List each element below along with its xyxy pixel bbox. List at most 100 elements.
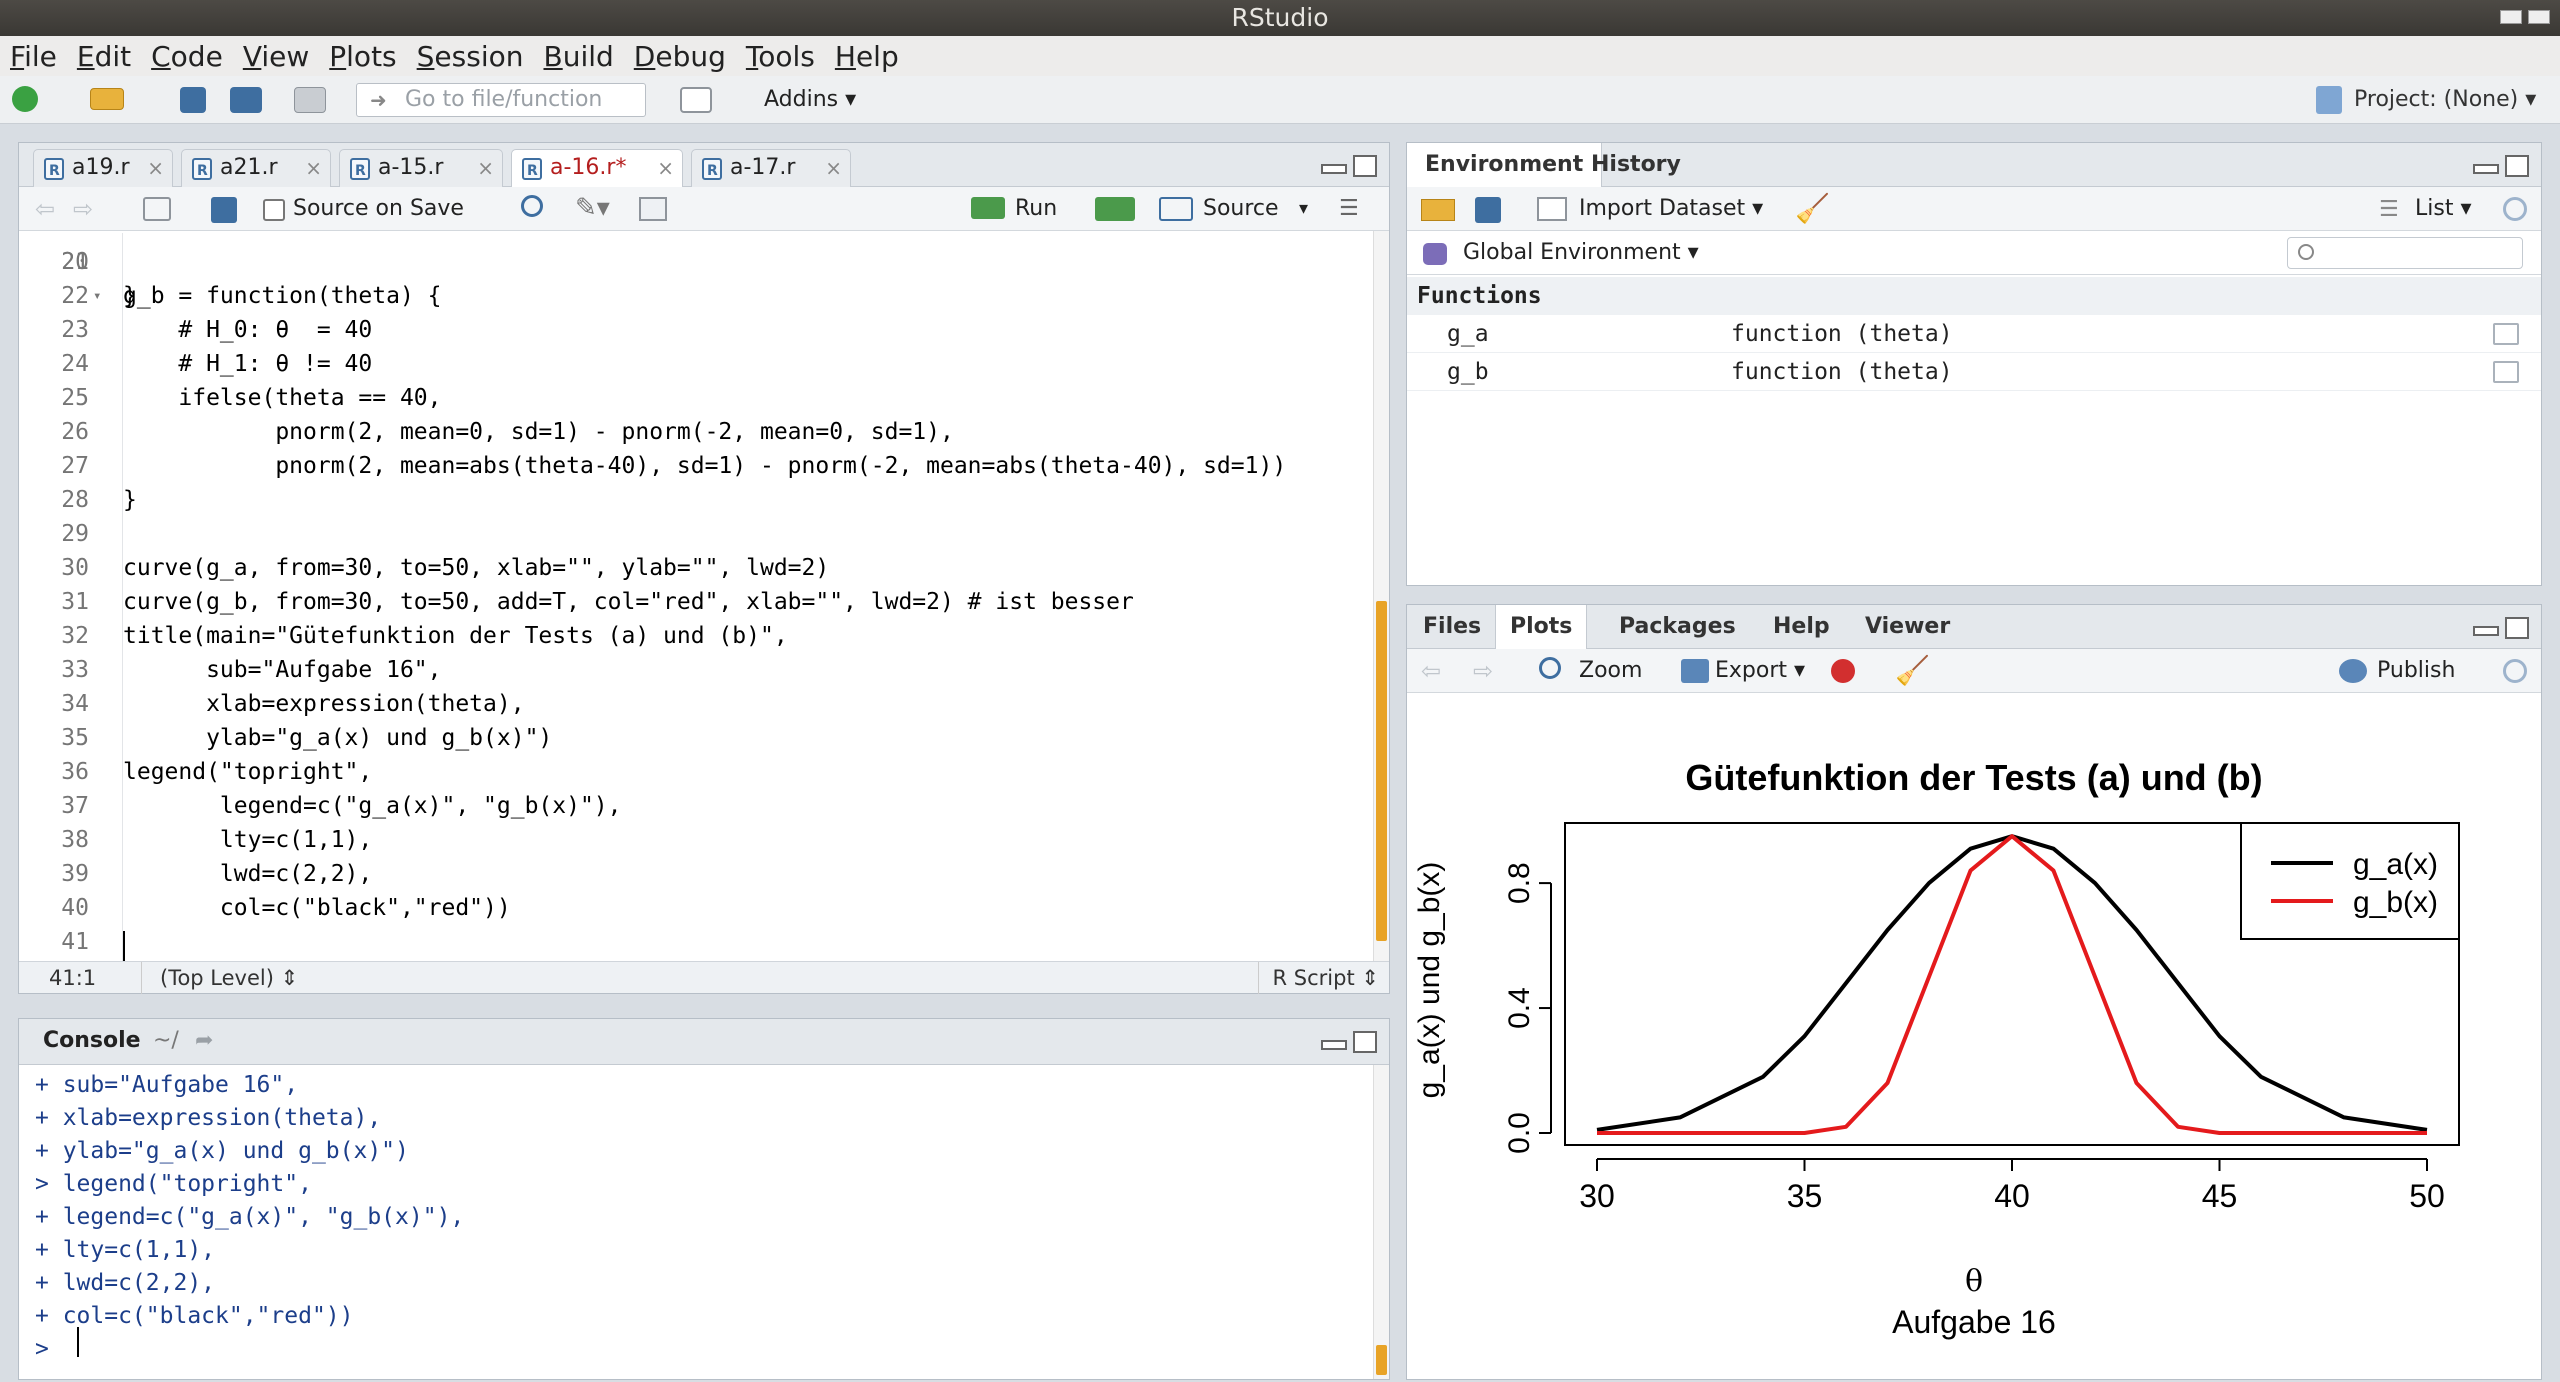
close-tab-icon[interactable]: × (657, 150, 674, 186)
refresh-icon[interactable] (2503, 197, 2527, 221)
zoom-icon[interactable] (1539, 657, 1561, 679)
tab-packages[interactable]: Packages (1619, 605, 1736, 649)
grid-layout-icon[interactable] (680, 87, 712, 113)
print-icon[interactable] (294, 87, 326, 113)
editor-tab-a16[interactable]: a-16.r* × (511, 149, 683, 189)
code-area[interactable]: 20 } 21 22 g_b = function(theta) {▾ 23 # H_… (19, 231, 1369, 969)
magic-wand-icon[interactable]: ✎▾ (575, 193, 610, 223)
minimize-pane-icon[interactable] (1319, 155, 1347, 177)
environment-search-input[interactable] (2287, 237, 2523, 269)
outline-icon[interactable]: ☰ (1339, 197, 1359, 221)
next-plot-icon[interactable]: ⇨ (1473, 659, 1493, 683)
import-dataset-icon[interactable] (1537, 197, 1567, 221)
clear-all-plots-broom-icon[interactable]: 🧹 (1895, 655, 1930, 687)
source-button[interactable]: Source (1203, 187, 1279, 231)
close-tab-icon[interactable]: × (825, 150, 842, 186)
menu-plots[interactable]: Plots (329, 40, 396, 73)
tab-environment[interactable]: Environment (1407, 143, 1603, 187)
go-to-directory-icon[interactable]: ➦ (195, 1019, 213, 1063)
console-scrollbar-thumb[interactable] (1376, 1345, 1387, 1375)
menu-tools[interactable]: Tools (746, 40, 815, 73)
tab-plots[interactable]: Plots (1495, 605, 1588, 649)
window-controls[interactable] (2500, 6, 2552, 28)
save-icon[interactable] (180, 87, 206, 113)
publish-icon[interactable] (2339, 659, 2367, 683)
menu-debug[interactable]: Debug (634, 40, 726, 73)
previous-plot-icon[interactable]: ⇦ (1421, 659, 1441, 683)
re-run-icon[interactable] (1095, 197, 1135, 221)
new-file-icon[interactable] (12, 86, 38, 112)
run-button[interactable]: Run (1015, 187, 1057, 231)
editor-tab-a21[interactable]: a21.r × (181, 149, 331, 189)
publish-button[interactable]: Publish (2377, 649, 2455, 693)
show-in-window-icon[interactable] (143, 197, 171, 221)
editor-scrollbar[interactable] (1373, 231, 1389, 967)
minimize-pane-icon[interactable] (1319, 1031, 1347, 1053)
project-menu[interactable]: Project: (None) ▾ (2354, 76, 2536, 124)
code-line: 37 legend=c("g_a(x)", "g_b(x)"), (19, 789, 1369, 823)
menu-file[interactable]: File (10, 40, 57, 73)
console-scrollbar[interactable] (1373, 1065, 1389, 1379)
editor-tab-a19[interactable]: a19.r × (33, 149, 173, 189)
remove-plot-icon[interactable] (1831, 659, 1855, 683)
editor-tab-a17[interactable]: a-17.r × (691, 149, 851, 189)
maximize-window-button[interactable] (2528, 10, 2550, 24)
fold-marker-icon[interactable]: ▾ (93, 279, 101, 313)
source-dropdown-icon[interactable]: ▾ (1299, 187, 1308, 231)
import-dataset-button[interactable]: Import Dataset ▾ (1579, 187, 1763, 231)
zoom-button[interactable]: Zoom (1579, 649, 1642, 693)
menu-view[interactable]: View (243, 40, 309, 73)
tab-help[interactable]: Help (1773, 605, 1830, 649)
addins-menu[interactable]: Addins ▾ (764, 76, 856, 124)
go-to-file-input[interactable]: Go to file/function (356, 83, 646, 117)
maximize-pane-icon[interactable] (2503, 155, 2529, 177)
maximize-pane-icon[interactable] (2503, 617, 2529, 639)
maximize-pane-icon[interactable] (1351, 155, 1377, 177)
source-on-save-checkbox[interactable] (263, 199, 285, 221)
save-all-icon[interactable] (230, 87, 262, 113)
minimize-window-button[interactable] (2500, 10, 2522, 24)
close-tab-icon[interactable]: × (147, 150, 164, 186)
close-tab-icon[interactable]: × (305, 150, 322, 186)
menu-help[interactable]: Help (835, 40, 899, 73)
menu-session[interactable]: Session (417, 40, 524, 73)
compile-report-icon[interactable] (639, 197, 667, 221)
refresh-icon[interactable] (2503, 659, 2527, 683)
view-function-icon[interactable] (2493, 361, 2519, 383)
source-icon[interactable] (1159, 197, 1193, 221)
env-row-g_a[interactable]: g_a function (theta) (1407, 315, 2541, 353)
source-on-save-label: Source on Save (293, 196, 464, 221)
forward-arrow-icon[interactable]: ⇨ (73, 197, 93, 221)
open-folder-icon[interactable] (90, 88, 124, 110)
save-workspace-icon[interactable] (1475, 197, 1501, 223)
export-menu[interactable]: Export ▾ (1715, 649, 1805, 693)
back-arrow-icon[interactable]: ⇦ (35, 197, 55, 221)
menu-code[interactable]: Code (151, 40, 223, 73)
filetype-selector[interactable]: R Script ⇕ (1257, 962, 1379, 994)
code-line: 34 xlab=expression(theta), (19, 687, 1369, 721)
editor-scrollbar-thumb[interactable] (1376, 601, 1387, 941)
tab-files[interactable]: Files (1423, 605, 1481, 649)
maximize-pane-icon[interactable] (1351, 1031, 1377, 1053)
menu-build[interactable]: Build (543, 40, 613, 73)
search-icon[interactable] (521, 195, 543, 217)
env-row-g_b[interactable]: g_b function (theta) (1407, 353, 2541, 391)
view-mode-menu[interactable]: List ▾ (2415, 187, 2472, 231)
clear-broom-icon[interactable]: 🧹 (1795, 193, 1830, 225)
run-icon[interactable] (971, 197, 1005, 219)
console-output[interactable]: + sub="Aufgabe 16", + xlab=expression(the… (19, 1065, 1373, 1379)
view-function-icon[interactable] (2493, 323, 2519, 345)
tab-history[interactable]: History (1577, 143, 1695, 187)
minimize-pane-icon[interactable] (2471, 617, 2499, 639)
close-tab-icon[interactable]: × (477, 150, 494, 186)
scope-selector[interactable]: (Top Level) ⇕ (141, 962, 298, 994)
console-path: ~/ (153, 1028, 179, 1053)
minimize-pane-icon[interactable] (2471, 155, 2499, 177)
save-icon[interactable] (211, 197, 237, 223)
menu-edit[interactable]: Edit (77, 40, 131, 73)
tab-viewer[interactable]: Viewer (1865, 605, 1950, 649)
export-icon[interactable] (1681, 659, 1709, 683)
load-workspace-icon[interactable] (1421, 199, 1455, 221)
scope-dropdown[interactable]: Global Environment ▾ (1463, 231, 1699, 275)
editor-tab-a15[interactable]: a-15.r × (339, 149, 503, 189)
